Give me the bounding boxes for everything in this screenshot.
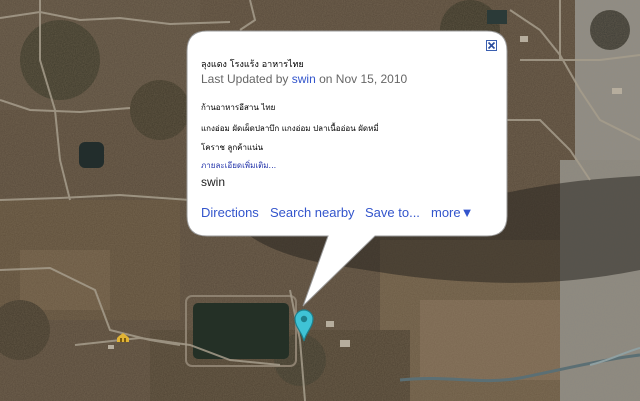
temple-icon <box>117 333 129 342</box>
last-updated: Last Updated by swin on Nov 15, 2010 <box>201 72 407 86</box>
close-icon[interactable] <box>487 41 496 50</box>
place-title: ลุงแดง โรงแร้ง อาหารไทย <box>201 60 304 70</box>
updated-prefix: Last Updated by <box>201 72 289 86</box>
description-line-2: แกงอ่อม ผัดเผ็ดปลาบึก แกงอ่อม ปลาเนื้ออ่… <box>201 124 379 133</box>
more-menu-link[interactable]: more▼ <box>431 205 474 220</box>
info-window: ลุงแดง โรงแร้ง อาหารไทย Last Updated by … <box>186 31 508 236</box>
location-pin-icon[interactable] <box>293 308 315 342</box>
description-line-1: ก้านอาหารอีสาน ไทย <box>201 103 276 112</box>
close-button[interactable] <box>486 40 497 51</box>
author-name: swin <box>201 175 226 189</box>
directions-link[interactable]: Directions <box>201 205 259 220</box>
save-to-link[interactable]: Save to... <box>365 205 420 220</box>
updated-user-link[interactable]: swin <box>292 72 316 86</box>
updated-date: on Nov 15, 2010 <box>319 72 408 86</box>
description-line-3: โคราช ลูกค้าแน่น <box>201 143 264 152</box>
more-details-link[interactable]: ภายละเอียดเพิ่มเติม... <box>201 159 276 172</box>
search-nearby-link[interactable]: Search nearby <box>270 205 355 220</box>
